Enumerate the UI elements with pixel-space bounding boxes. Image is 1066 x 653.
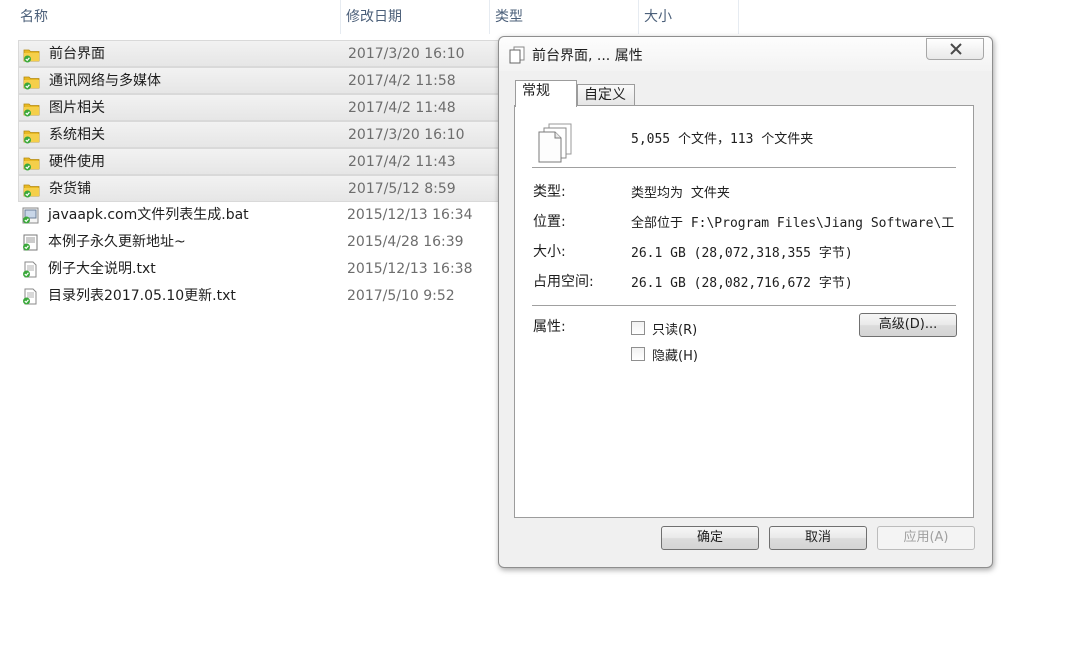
folder-icon bbox=[23, 154, 40, 171]
bat-file-icon bbox=[22, 207, 39, 224]
type-label: 类型: bbox=[533, 184, 566, 200]
dialog-titlebar[interactable]: 前台界面, ... 属性 bbox=[499, 37, 992, 71]
properties-dialog: 前台界面, ... 属性 常规 自定义 5,055 个文件，113 个文件夹 类… bbox=[498, 36, 993, 568]
hidden-checkbox[interactable] bbox=[631, 347, 645, 361]
text-file-icon bbox=[22, 261, 39, 278]
readonly-label[interactable]: 只读(R) bbox=[652, 319, 697, 338]
tab-custom[interactable]: 自定义 bbox=[577, 84, 635, 106]
column-header-bar: 名称 ˄ 修改日期 类型 大小 bbox=[0, 0, 740, 34]
file-name: 例子大全说明.txt bbox=[48, 261, 156, 277]
dialog-title: 前台界面, ... 属性 bbox=[532, 48, 643, 64]
file-list-row[interactable]: 杂货铺 2017/5/12 8:59 bbox=[18, 175, 498, 202]
column-header-date[interactable]: 修改日期 bbox=[341, 0, 490, 34]
file-date: 2017/3/20 16:10 bbox=[348, 127, 465, 143]
type-value: 类型均为 文件夹 bbox=[631, 186, 730, 201]
file-name: 硬件使用 bbox=[49, 154, 105, 170]
folder-icon bbox=[23, 127, 40, 144]
file-name: 杂货铺 bbox=[49, 181, 91, 197]
file-list-row[interactable]: 本例子永久更新地址~ 2015/4/28 16:39 bbox=[18, 229, 498, 256]
folder-icon bbox=[23, 46, 40, 63]
size-value: 26.1 GB (28,072,318,355 字节) bbox=[631, 246, 853, 261]
file-list-row[interactable]: 硬件使用 2017/4/2 11:43 bbox=[18, 148, 498, 175]
file-date: 2017/4/2 11:43 bbox=[348, 154, 456, 170]
file-date: 2017/5/12 8:59 bbox=[348, 181, 456, 197]
file-list-row[interactable]: 图片相关 2017/4/2 11:48 bbox=[18, 94, 498, 121]
disk-size-label: 占用空间: bbox=[533, 274, 594, 290]
file-list: 前台界面 2017/3/20 16:10 通讯网络与多媒体 2017/4/2 11:5… bbox=[18, 40, 498, 310]
file-name: 本例子永久更新地址~ bbox=[48, 234, 186, 250]
size-label: 大小: bbox=[533, 244, 566, 260]
folder-icon bbox=[23, 73, 40, 90]
text-file-icon bbox=[22, 288, 39, 305]
file-date: 2017/4/2 11:48 bbox=[348, 100, 456, 116]
file-date: 2015/4/28 16:39 bbox=[347, 234, 464, 250]
file-name: 前台界面 bbox=[49, 46, 105, 62]
column-header-size[interactable]: 大小 bbox=[639, 0, 739, 34]
disk-size-value: 26.1 GB (28,082,716,672 字节) bbox=[631, 276, 853, 291]
cancel-button[interactable]: 取消 bbox=[769, 526, 867, 550]
shortcut-file-icon bbox=[22, 234, 39, 251]
attributes-label: 属性: bbox=[533, 319, 566, 335]
file-name: javaapk.com文件列表生成.bat bbox=[48, 207, 249, 223]
close-button[interactable] bbox=[926, 38, 984, 60]
file-name: 图片相关 bbox=[49, 100, 105, 116]
advanced-button[interactable]: 高级(D)... bbox=[859, 313, 957, 337]
file-name: 系统相关 bbox=[49, 127, 105, 143]
folder-icon bbox=[23, 181, 40, 198]
location-value: 全部位于 F:\Program Files\Jiang Software\工 bbox=[631, 216, 955, 231]
file-name: 目录列表2017.05.10更新.txt bbox=[48, 288, 236, 304]
column-header-type[interactable]: 类型 bbox=[490, 0, 639, 34]
file-date: 2017/5/10 9:52 bbox=[347, 288, 455, 304]
apply-button[interactable]: 应用(A) bbox=[877, 526, 975, 550]
file-list-row[interactable]: 通讯网络与多媒体 2017/4/2 11:58 bbox=[18, 67, 498, 94]
multiple-files-icon bbox=[509, 46, 525, 64]
file-list-row[interactable]: 目录列表2017.05.10更新.txt 2017/5/10 9:52 bbox=[18, 283, 498, 310]
file-count-summary: 5,055 个文件，113 个文件夹 bbox=[631, 132, 814, 147]
file-list-row[interactable]: javaapk.com文件列表生成.bat 2015/12/13 16:34 bbox=[18, 202, 498, 229]
file-date: 2017/4/2 11:58 bbox=[348, 73, 456, 89]
file-date: 2017/3/20 16:10 bbox=[348, 46, 465, 62]
hidden-label[interactable]: 隐藏(H) bbox=[652, 345, 698, 364]
folder-icon bbox=[23, 100, 40, 117]
sort-ascending-icon: ˄ bbox=[170, 0, 175, 8]
divider bbox=[532, 167, 956, 168]
general-tab-panel: 5,055 个文件，113 个文件夹 类型: 类型均为 文件夹 位置: 全部位于… bbox=[514, 105, 974, 518]
column-header-name[interactable]: 名称 bbox=[15, 0, 341, 34]
readonly-checkbox[interactable] bbox=[631, 321, 645, 335]
file-list-row[interactable]: 例子大全说明.txt 2015/12/13 16:38 bbox=[18, 256, 498, 283]
close-icon bbox=[950, 43, 962, 55]
location-label: 位置: bbox=[533, 214, 566, 230]
file-date: 2015/12/13 16:38 bbox=[347, 261, 473, 277]
ok-button[interactable]: 确定 bbox=[661, 526, 759, 550]
file-date: 2015/12/13 16:34 bbox=[347, 207, 473, 223]
multiple-files-icon bbox=[538, 123, 572, 163]
tab-general[interactable]: 常规 bbox=[515, 80, 577, 107]
file-name: 通讯网络与多媒体 bbox=[49, 73, 161, 89]
file-list-row[interactable]: 系统相关 2017/3/20 16:10 bbox=[18, 121, 498, 148]
file-list-row[interactable]: 前台界面 2017/3/20 16:10 bbox=[18, 40, 498, 67]
divider bbox=[532, 305, 956, 306]
